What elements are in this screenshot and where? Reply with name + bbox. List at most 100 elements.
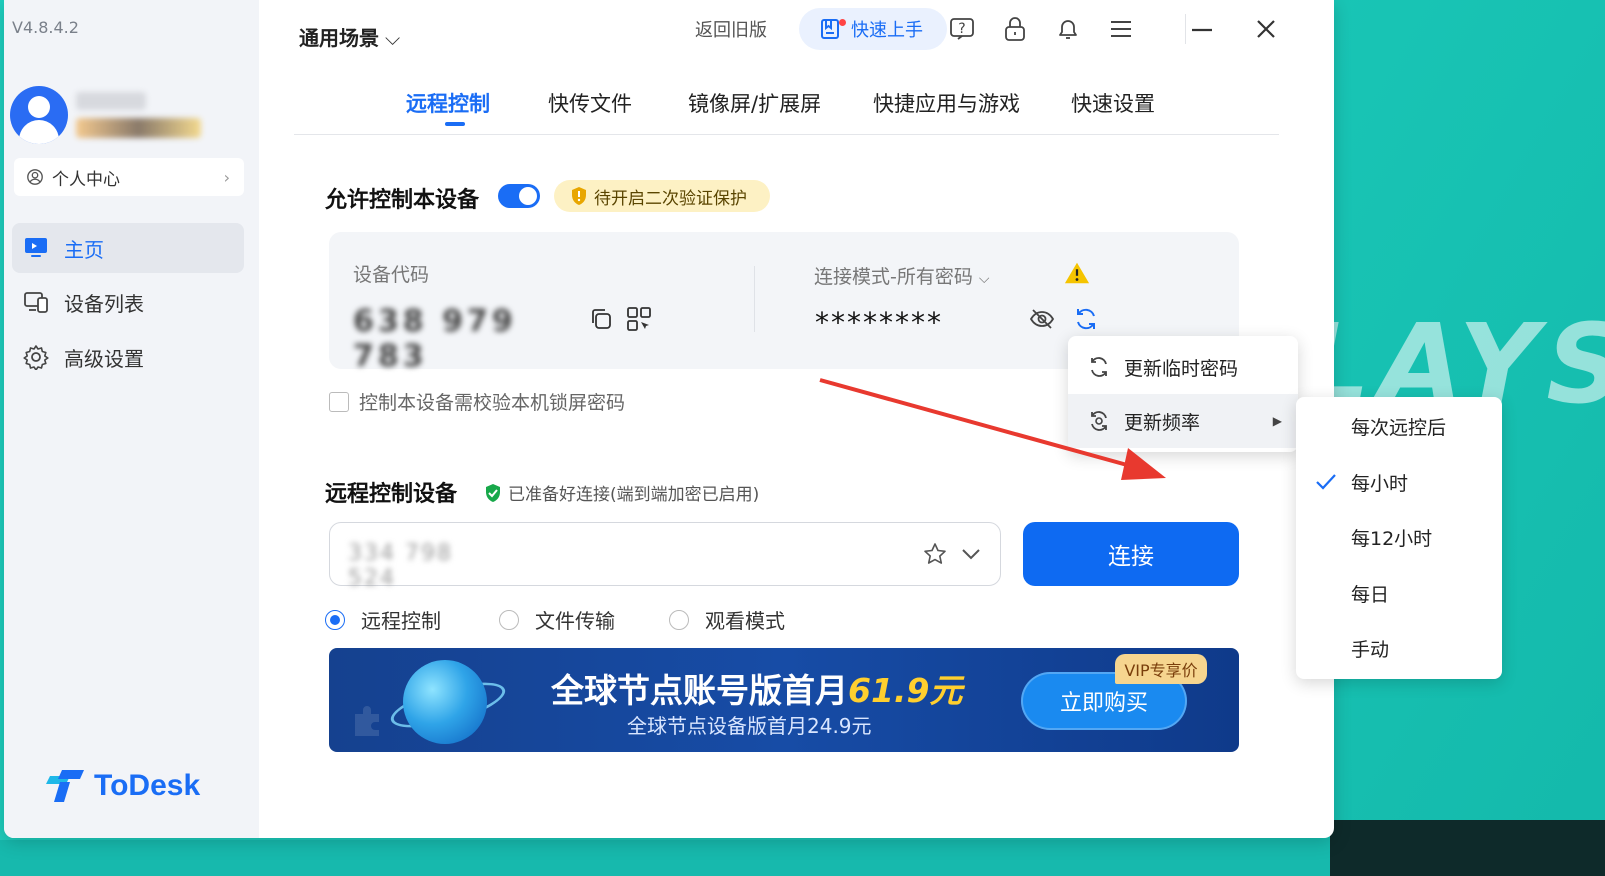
chevron-down-icon[interactable] [958, 541, 984, 567]
avatar[interactable] [10, 86, 68, 144]
submenu-item-label: 每12小时 [1351, 527, 1433, 550]
mode-radio-remote-control[interactable]: 远程控制 [325, 605, 441, 634]
user-circle-icon [27, 169, 43, 185]
scene-label: 通用场景 [299, 26, 379, 50]
sidebar: V4.8.4.2 个人中心 › 主页 设备列表 高级设置 ToDesk [4, 0, 259, 838]
connection-status-label: 已准备好连接(端到端加密已启用) [508, 485, 760, 505]
tab-quick-apps[interactable]: 快捷应用与游戏 [873, 88, 1020, 118]
topbar-divider [1185, 14, 1186, 44]
close-icon[interactable] [1251, 14, 1281, 44]
submenu-item-label: 每次远控后 [1351, 416, 1447, 439]
scene-selector[interactable]: 通用场景 ⌵ [299, 22, 400, 51]
connection-mode-dropdown[interactable]: 连接模式-所有密码 ⌵ [814, 262, 990, 289]
mode-label: 文件传输 [535, 609, 615, 633]
two-factor-warning-badge[interactable]: 待开启二次验证保护 [554, 180, 770, 212]
bell-icon[interactable] [1053, 14, 1083, 44]
todesk-logo: ToDesk [44, 768, 200, 804]
refresh-icon [1091, 357, 1107, 377]
submenu-item-hourly[interactable]: 每小时 [1296, 455, 1502, 509]
submenu-item-every-12-hours[interactable]: 每12小时 [1296, 510, 1502, 564]
sidebar-item-label: 主页 [64, 237, 104, 262]
gear-icon [22, 343, 50, 371]
monitor-icon [22, 234, 50, 262]
active-tab-indicator [445, 122, 465, 126]
sidebar-item-label: 设备列表 [64, 291, 144, 316]
refresh-password-icon[interactable] [1073, 306, 1099, 332]
remote-device-id-value: 334 798 524 [348, 541, 453, 591]
help-icon[interactable]: ? [947, 14, 977, 44]
checkmark-icon [1316, 474, 1336, 490]
sidebar-item-home[interactable]: 主页 [12, 223, 244, 273]
personal-center-label: 个人中心 [52, 169, 120, 190]
radio-button[interactable] [499, 609, 519, 630]
checkbox[interactable] [329, 391, 349, 412]
sidebar-item-advanced-settings[interactable]: 高级设置 [12, 332, 244, 382]
lock-icon[interactable] [1000, 14, 1030, 44]
quick-start-button[interactable]: 快速上手 [799, 8, 947, 50]
eye-off-icon[interactable] [1029, 306, 1055, 332]
menu-item-refresh-password[interactable]: 更新临时密码 [1068, 340, 1298, 394]
minimize-icon[interactable] [1187, 14, 1217, 44]
menu-item-refresh-frequency[interactable]: 更新频率 ▶ [1068, 394, 1298, 448]
tab-quick-settings[interactable]: 快速设置 [1071, 88, 1155, 118]
submenu-item-label: 手动 [1351, 638, 1390, 661]
back-to-old-version-link[interactable]: 返回旧版 [695, 16, 767, 42]
connection-mode-label: 连接模式-所有密码 [814, 266, 973, 288]
submenu-item-daily[interactable]: 每日 [1296, 566, 1502, 620]
card-divider [754, 266, 755, 332]
shield-check-icon [486, 483, 500, 502]
password-refresh-menu: 更新临时密码 更新频率 ▶ [1068, 336, 1298, 452]
user-name-blurred [76, 92, 146, 110]
chevron-down-icon: ⌵ [978, 271, 990, 287]
sidebar-item-label: 高级设置 [64, 346, 144, 371]
connection-status: 已准备好连接(端到端加密已启用) [484, 480, 759, 505]
menu-item-label: 更新临时密码 [1124, 357, 1239, 380]
temporary-password: ******** [815, 306, 943, 339]
submenu-item-manual[interactable]: 手动 [1296, 621, 1502, 675]
promo-main-prefix: 全球节点账号版首月 [551, 671, 848, 710]
remote-control-title: 远程控制设备 [325, 482, 458, 507]
tab-quick-transfer[interactable]: 快传文件 [548, 88, 632, 118]
refresh-frequency-submenu: 每次远控后 每小时 每12小时 每日 手动 [1296, 397, 1502, 679]
connect-button[interactable]: 连接 [1023, 522, 1239, 586]
qr-code-icon[interactable] [626, 306, 652, 332]
lock-screen-password-checkbox[interactable]: 控制本设备需校验本机锁屏密码 [329, 388, 625, 415]
todesk-logo-icon [46, 770, 84, 802]
two-factor-warning-label: 待开启二次验证保护 [594, 188, 747, 209]
promo-price-unit: 元 [929, 671, 963, 710]
caret-right-icon: ▶ [1272, 414, 1282, 428]
shield-icon [572, 187, 586, 205]
menu-icon[interactable] [1106, 14, 1136, 44]
device-code-label: 设备代码 [353, 264, 430, 286]
promo-price: 61.9 [848, 671, 930, 710]
mode-label: 观看模式 [705, 609, 785, 633]
copy-icon[interactable] [588, 306, 614, 332]
submenu-item-label: 每小时 [1351, 472, 1409, 495]
quick-start-label: 快速上手 [851, 20, 923, 41]
notification-dot [839, 19, 846, 26]
personal-center-link[interactable]: 个人中心 › [14, 158, 244, 196]
submenu-item-after-each-session[interactable]: 每次远控后 [1296, 399, 1502, 453]
svg-text:?: ? [958, 21, 965, 37]
puzzle-icon [355, 706, 379, 736]
mode-label: 远程控制 [361, 609, 441, 633]
menu-item-label: 更新频率 [1124, 411, 1201, 434]
promo-banner[interactable]: 全球节点账号版首月61.9元 全球节点设备版首月24.9元 立即购买 VIP专享… [329, 648, 1239, 752]
allow-control-toggle[interactable] [498, 184, 540, 208]
radio-button[interactable] [325, 609, 345, 630]
chevron-down-icon: ⌵ [385, 26, 401, 50]
warning-triangle-icon[interactable] [1064, 260, 1090, 286]
mode-radio-watch[interactable]: 观看模式 [669, 605, 785, 634]
main-tabs: 远程控制 快传文件 镜像屏/扩展屏 快捷应用与游戏 快速设置 [294, 72, 1279, 135]
refresh-clock-icon [1091, 411, 1107, 431]
chevron-right-icon: › [223, 167, 230, 187]
mode-radio-file-transfer[interactable]: 文件传输 [499, 605, 615, 634]
tab-mirror-screen[interactable]: 镜像屏/扩展屏 [688, 88, 821, 118]
todesk-logo-text: ToDesk [94, 769, 201, 802]
radio-button[interactable] [669, 609, 689, 630]
promo-sub-text: 全球节点设备版首月24.9元 [627, 714, 872, 738]
remote-device-id-input[interactable]: 334 798 524 [329, 522, 1001, 591]
sidebar-item-device-list[interactable]: 设备列表 [12, 277, 244, 327]
tab-remote-control[interactable]: 远程控制 [406, 88, 490, 118]
star-icon[interactable] [922, 541, 948, 567]
